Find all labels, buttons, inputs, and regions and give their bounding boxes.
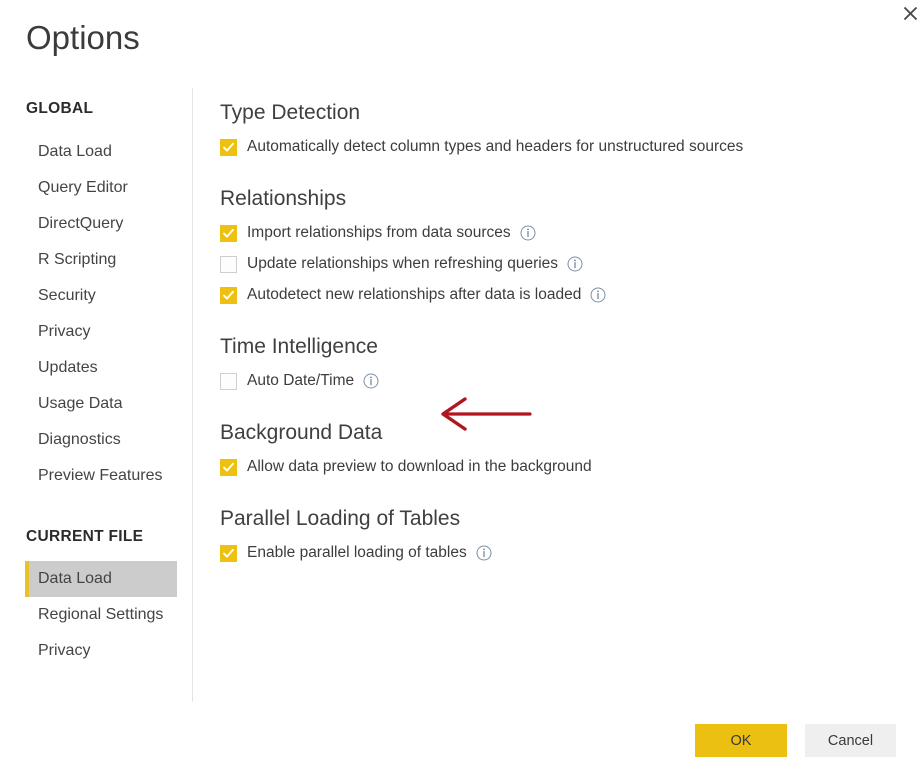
- option-label: Update relationships when refreshing que…: [247, 255, 559, 272]
- option-label: Enable parallel loading of tables: [247, 544, 467, 561]
- nav-group-title-global: GLOBAL: [26, 100, 94, 117]
- option-label: Import relationships from data sources: [247, 224, 511, 241]
- sidebar-item-diagnostics[interactable]: Diagnostics: [0, 422, 192, 458]
- section-heading: Background Data: [220, 421, 383, 444]
- dialog-footer: OK Cancel: [0, 724, 923, 758]
- sidebar-item-regional-settings[interactable]: Regional Settings: [0, 597, 192, 633]
- sidebar-item-current-data-load[interactable]: Data Load: [25, 561, 177, 597]
- section-heading: Type Detection: [220, 101, 361, 124]
- sidebar-item-data-load[interactable]: Data Load: [0, 134, 192, 170]
- option-row-allow-data-preview[interactable]: Allow data preview to download in the ba…: [220, 453, 880, 481]
- sidebar-item-directquery[interactable]: DirectQuery: [0, 206, 192, 242]
- section-relationships: Relationships Import relationships from …: [220, 186, 880, 309]
- option-row-auto-detect-column-types[interactable]: Automatically detect column types and he…: [220, 133, 880, 161]
- checkbox-import-relationships[interactable]: [220, 224, 237, 242]
- nav-group-global: GLOBAL Data Load Query Editor DirectQuer…: [0, 100, 192, 494]
- sidebar-item-security[interactable]: Security: [0, 278, 192, 314]
- options-content-panel: Type Detection Automatically detect colu…: [220, 100, 880, 570]
- sidebar-item-usage-data[interactable]: Usage Data: [0, 386, 192, 422]
- options-sidebar: GLOBAL Data Load Query Editor DirectQuer…: [0, 100, 192, 669]
- nav-group-title-current-file: CURRENT FILE: [26, 528, 144, 545]
- sidebar-item-r-scripting[interactable]: R Scripting: [0, 242, 192, 278]
- info-icon[interactable]: [363, 373, 379, 389]
- checkbox-auto-date-time[interactable]: [220, 372, 237, 390]
- sidebar-item-privacy[interactable]: Privacy: [0, 314, 192, 350]
- checkbox-enable-parallel-loading[interactable]: [220, 544, 237, 562]
- info-icon[interactable]: [590, 287, 606, 303]
- option-label: Auto Date/Time: [247, 372, 355, 389]
- section-heading: Parallel Loading of Tables: [220, 507, 461, 530]
- checkbox-auto-detect-column-types[interactable]: [220, 138, 237, 156]
- nav-group-current-file: CURRENT FILE Data Load Regional Settings…: [0, 528, 192, 669]
- option-label: Allow data preview to download in the ba…: [247, 458, 592, 475]
- sidebar-item-updates[interactable]: Updates: [0, 350, 192, 386]
- ok-button[interactable]: OK: [695, 724, 787, 757]
- option-row-update-relationships[interactable]: Update relationships when refreshing que…: [220, 250, 880, 278]
- info-icon[interactable]: [520, 225, 536, 241]
- section-background-data: Background Data Allow data preview to do…: [220, 420, 880, 481]
- option-row-autodetect-relationships[interactable]: Autodetect new relationships after data …: [220, 281, 880, 309]
- section-heading: Time Intelligence: [220, 335, 378, 358]
- info-icon[interactable]: [567, 256, 583, 272]
- option-row-import-relationships[interactable]: Import relationships from data sources: [220, 219, 880, 247]
- sidebar-item-preview-features[interactable]: Preview Features: [0, 458, 192, 494]
- section-type-detection: Type Detection Automatically detect colu…: [220, 100, 880, 161]
- info-icon[interactable]: [476, 545, 492, 561]
- content-divider: [192, 88, 193, 702]
- checkbox-allow-data-preview[interactable]: [220, 458, 237, 476]
- checkbox-autodetect-relationships[interactable]: [220, 286, 237, 304]
- option-label: Automatically detect column types and he…: [247, 138, 744, 155]
- close-icon: [903, 6, 918, 21]
- cancel-button[interactable]: Cancel: [805, 724, 896, 757]
- section-parallel-loading: Parallel Loading of Tables Enable parall…: [220, 506, 880, 567]
- close-window-button[interactable]: [893, 0, 923, 26]
- page-title: Options: [26, 19, 140, 56]
- option-row-enable-parallel-loading[interactable]: Enable parallel loading of tables: [220, 539, 880, 567]
- sidebar-item-current-privacy[interactable]: Privacy: [0, 633, 192, 669]
- checkbox-update-relationships[interactable]: [220, 255, 237, 273]
- section-heading: Relationships: [220, 187, 347, 210]
- sidebar-item-query-editor[interactable]: Query Editor: [0, 170, 192, 206]
- section-time-intelligence: Time Intelligence Auto Date/Time: [220, 334, 880, 395]
- option-row-auto-date-time[interactable]: Auto Date/Time: [220, 367, 880, 395]
- option-label: Autodetect new relationships after data …: [247, 286, 582, 303]
